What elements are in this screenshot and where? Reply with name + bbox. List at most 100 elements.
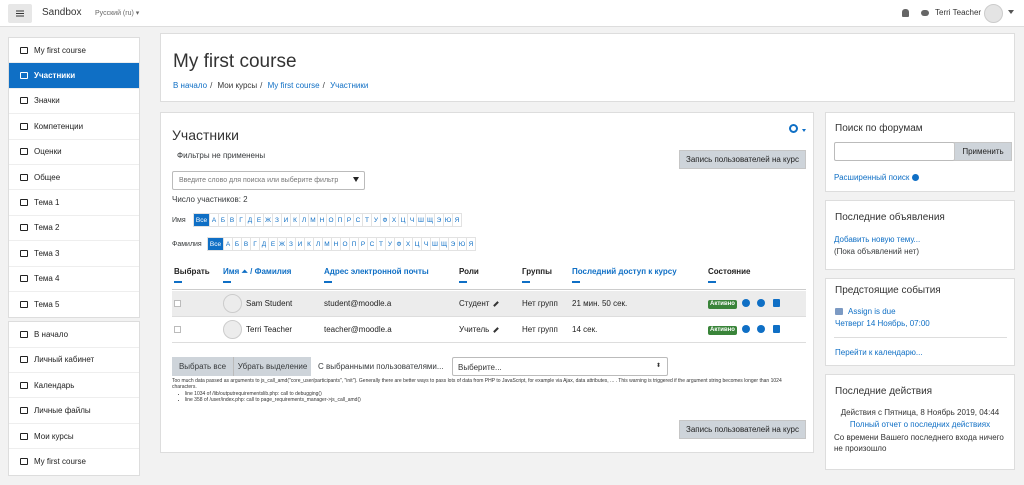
- gear-icon[interactable]: [789, 124, 798, 133]
- avatar[interactable]: [984, 4, 1003, 23]
- sidebar-item[interactable]: В начало: [9, 322, 139, 348]
- enrol-users-button[interactable]: Запись пользователей на курс: [679, 420, 806, 439]
- sidebar-item[interactable]: Мои курсы: [9, 424, 139, 450]
- shield-icon: [20, 97, 28, 105]
- row-checkbox[interactable]: [174, 326, 181, 333]
- collapse-icon[interactable]: [459, 281, 467, 283]
- info-icon[interactable]: [742, 299, 750, 307]
- sidebar-item[interactable]: Тема 3: [9, 241, 139, 267]
- collapse-icon[interactable]: [522, 281, 530, 283]
- trash-icon[interactable]: [773, 299, 780, 307]
- collapse-icon[interactable]: [324, 281, 332, 283]
- collapse-icon[interactable]: [708, 281, 716, 283]
- info-icon[interactable]: [742, 325, 750, 333]
- graduation-cap-icon: [20, 432, 28, 440]
- language-menu[interactable]: Русский (ru) ▾: [95, 9, 139, 17]
- menu-toggle-button[interactable]: [8, 4, 32, 23]
- row-checkbox[interactable]: [174, 300, 181, 307]
- pencil-icon[interactable]: [493, 301, 500, 307]
- user-email: teacher@moodle.a: [324, 325, 392, 334]
- sidebar-item[interactable]: My first course: [9, 38, 139, 64]
- activity-since: Действия с Пятница, 8 Ноябрь 2019, 04:44: [840, 408, 1000, 417]
- sidebar-item[interactable]: Компетенции: [9, 114, 139, 140]
- sidebar-item[interactable]: Личные файлы: [9, 398, 139, 424]
- user-name-link[interactable]: Terri Teacher: [246, 325, 292, 334]
- col-name[interactable]: Имя ⏶ / Фамилия: [223, 267, 291, 277]
- sidebar-item[interactable]: Участники: [9, 63, 139, 89]
- col-roles: Роли: [459, 267, 479, 276]
- search-input[interactable]: Введите слово для поиска или выберите фи…: [172, 171, 365, 190]
- lastname-initial-all[interactable]: Все: [207, 237, 224, 251]
- collapse-icon[interactable]: [572, 281, 580, 283]
- add-topic-link[interactable]: Добавить новую тему...: [834, 235, 920, 244]
- help-icon[interactable]: [912, 174, 920, 182]
- table-row: Sam Student student@moodle.a Студент Нет…: [172, 291, 806, 317]
- breadcrumb-my-courses[interactable]: Мои курсы: [218, 81, 258, 90]
- user-role: Студент: [459, 299, 500, 308]
- gear-icon[interactable]: [757, 299, 765, 307]
- status-badge: Активно: [708, 326, 737, 335]
- event-link[interactable]: Assign is due: [848, 307, 896, 316]
- sidebar-item-label: My first course: [34, 45, 87, 55]
- bulk-actions: Выбрать все Убрать выделение С выбранным…: [172, 357, 444, 376]
- navbar: Sandbox Русский (ru) ▾ Terri Teacher: [0, 0, 1024, 27]
- lastname-label: Фамилия: [172, 240, 202, 248]
- pencil-icon[interactable]: [493, 327, 500, 333]
- enrol-users-button[interactable]: Запись пользователей на курс: [679, 150, 806, 169]
- role-label: Студент: [459, 299, 490, 308]
- avatar: [223, 320, 242, 339]
- caret-icon[interactable]: [1008, 10, 1014, 14]
- gear-icon[interactable]: [757, 325, 765, 333]
- sidebar-item[interactable]: Тема 5: [9, 292, 139, 317]
- chat-icon[interactable]: [921, 10, 929, 16]
- apply-button[interactable]: Применить: [954, 142, 1012, 161]
- sidebar-item-label: Тема 5: [34, 300, 60, 310]
- col-email[interactable]: Адрес электронной почты: [324, 267, 429, 276]
- sidebar-item[interactable]: Тема 2: [9, 216, 139, 242]
- table-icon: [20, 148, 28, 156]
- user-name-link[interactable]: Sam Student: [246, 299, 292, 308]
- chevron-down-icon[interactable]: [802, 129, 806, 132]
- chevron-down-icon[interactable]: [353, 177, 359, 182]
- firstname-initial-letter[interactable]: Я: [452, 213, 462, 227]
- select-all-button[interactable]: Выбрать все: [172, 357, 233, 376]
- sidebar-item[interactable]: Значки: [9, 89, 139, 115]
- avatar: [223, 294, 242, 313]
- advanced-search-label[interactable]: Расширенный поиск: [834, 173, 909, 182]
- deselect-all-button[interactable]: Убрать выделение: [233, 357, 311, 376]
- sidebar-item[interactable]: Тема 4: [9, 267, 139, 292]
- user-last-access: 14 сек.: [572, 325, 598, 334]
- users-icon: [20, 72, 28, 80]
- sidebar-item[interactable]: Личный кабинет: [9, 348, 139, 374]
- sidebar-item[interactable]: My first course: [9, 449, 139, 474]
- sidebar-item[interactable]: Оценки: [9, 140, 139, 165]
- debug-message: Too much data passed as arguments to js_…: [172, 378, 802, 403]
- trash-icon[interactable]: [773, 325, 780, 333]
- col-last-access[interactable]: Последний доступ к курсу: [572, 267, 677, 276]
- collapse-icon[interactable]: [174, 281, 182, 283]
- sidebar-item[interactable]: Календарь: [9, 373, 139, 399]
- firstname-letters: Все А Б В Г Д Е Ж З И К Л М Н О П Р С Т У Ф Х Ц Ч Ш Щ Э Ю Я: [193, 213, 462, 227]
- collapse-icon[interactable]: [223, 281, 231, 283]
- folder-icon: [20, 173, 28, 181]
- advanced-search-link[interactable]: Расширенный поиск: [834, 173, 920, 182]
- sidebar-item[interactable]: Общее: [9, 165, 139, 191]
- user-name[interactable]: Terri Teacher: [935, 8, 981, 17]
- checkbox-icon: [20, 122, 28, 130]
- user-email: student@moodle.a: [324, 299, 392, 308]
- breadcrumb-course[interactable]: My first course: [268, 81, 320, 90]
- go-to-calendar-link[interactable]: Перейти к календарю...: [835, 348, 923, 357]
- lastname-initial-letter[interactable]: Я: [466, 237, 476, 251]
- firstname-initial-all[interactable]: Все: [193, 213, 210, 227]
- bell-icon[interactable]: [902, 9, 909, 17]
- breadcrumb-home[interactable]: В начало: [173, 81, 207, 90]
- lastname-initials-bar: Фамилия Все А Б В Г Д Е Ж З И К Л М Н О П Р С Т У Ф Х Ц Ч Ш Щ Э Ю Я: [172, 237, 476, 251]
- sidebar-item[interactable]: Тема 1: [9, 190, 139, 216]
- page-title: My first course: [173, 51, 297, 72]
- event-date-link[interactable]: Четверг 14 Ноябрь, 07:00: [835, 319, 930, 328]
- bulk-action-select[interactable]: Выберите...: [452, 357, 668, 376]
- breadcrumb-participants[interactable]: Участники: [330, 81, 368, 90]
- full-report-link[interactable]: Полный отчет о последних действиях: [826, 420, 1014, 429]
- site-name[interactable]: Sandbox: [42, 7, 81, 18]
- forum-search-input[interactable]: [834, 142, 955, 161]
